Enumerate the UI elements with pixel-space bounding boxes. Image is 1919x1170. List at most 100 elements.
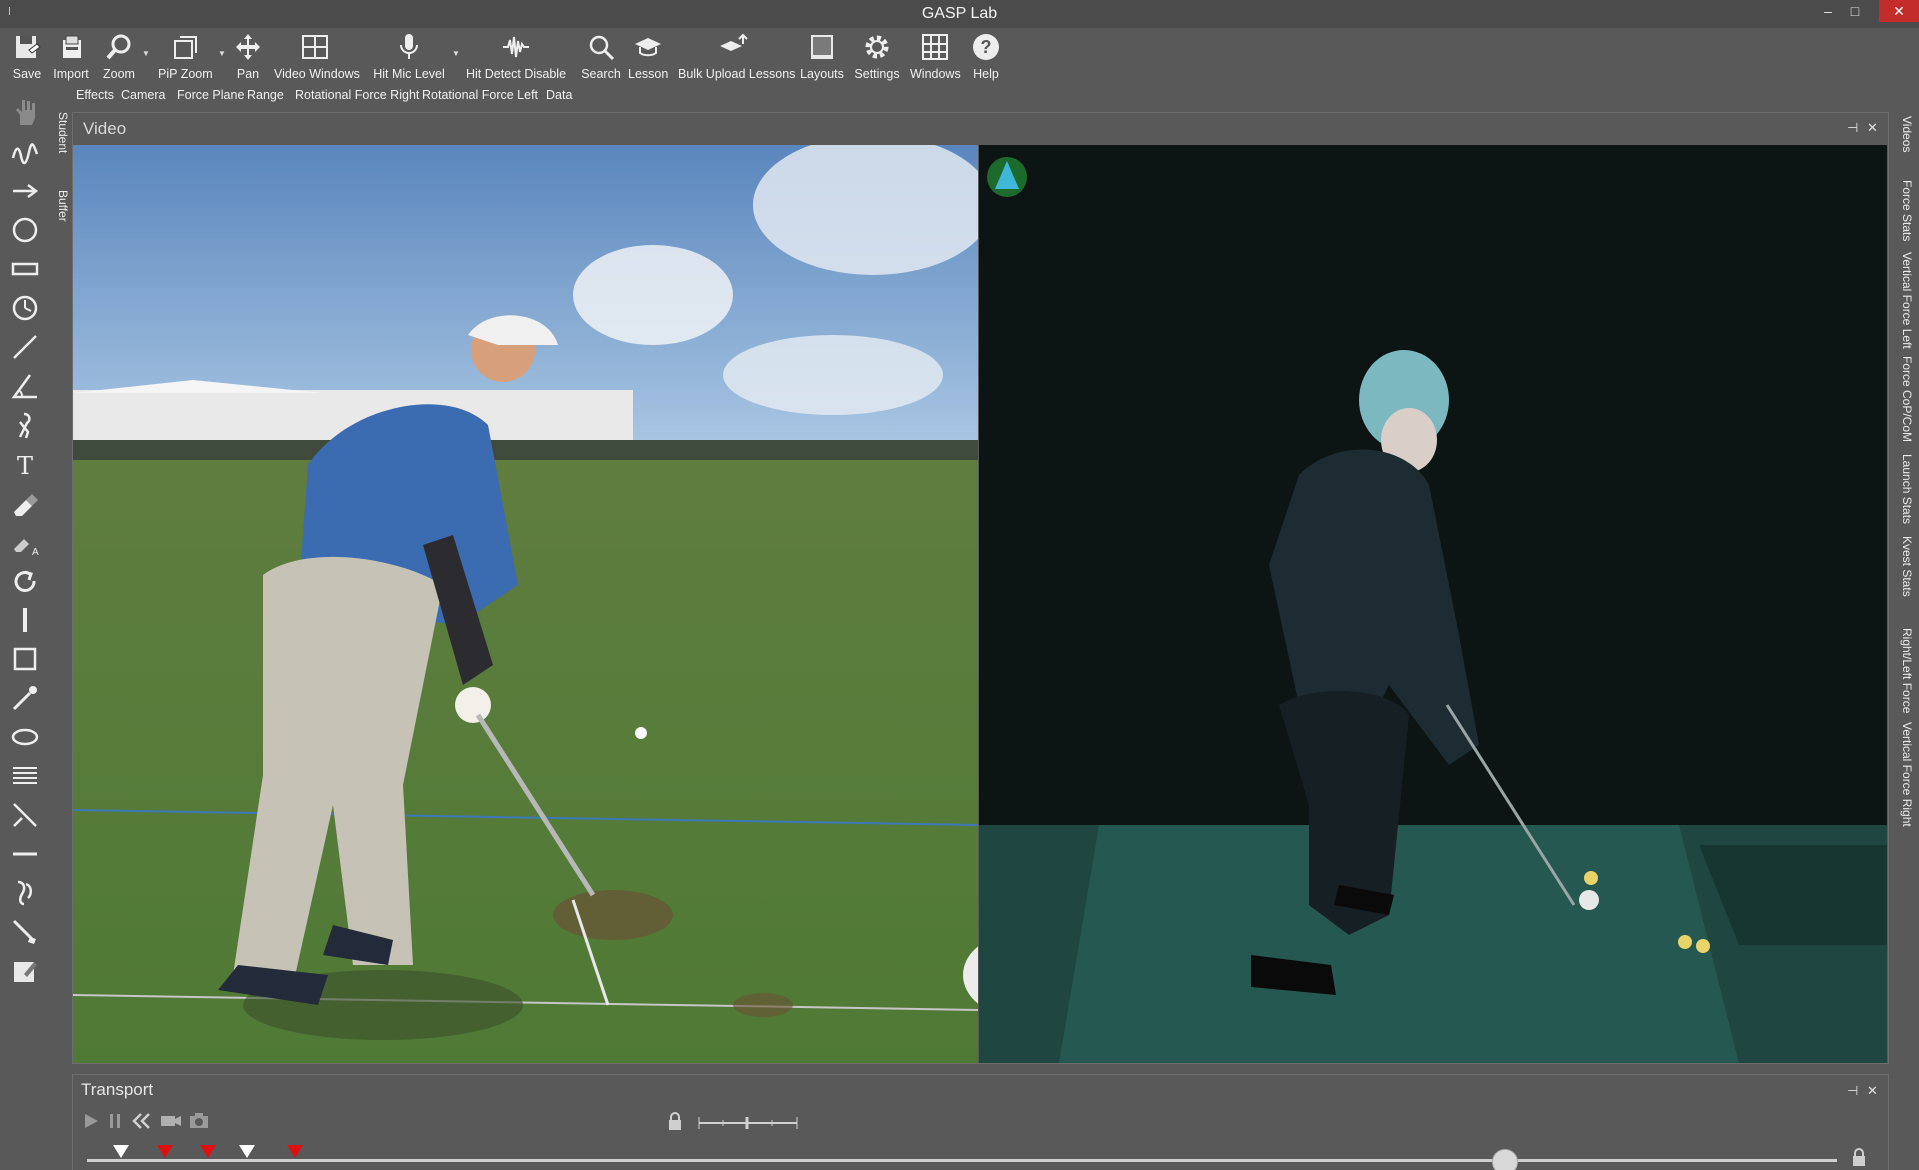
lock-icon xyxy=(669,1112,681,1130)
videos-tab[interactable]: Videos xyxy=(1894,116,1914,152)
cross-line-tool[interactable] xyxy=(10,800,42,832)
import-button[interactable]: Import xyxy=(52,32,90,88)
left-side-tabs: Student Buffer xyxy=(50,112,72,312)
close-window-button[interactable]: ✕ xyxy=(1879,0,1919,22)
color-picker-tool[interactable] xyxy=(10,683,42,715)
effects-tab[interactable]: Effects xyxy=(76,88,114,102)
freehand-tool[interactable] xyxy=(10,136,42,168)
edit-icon xyxy=(14,962,37,982)
zoom-dropdown-icon[interactable]: ▼ xyxy=(142,49,150,58)
timeline-track[interactable] xyxy=(87,1159,1837,1162)
arrow-tool[interactable] xyxy=(10,176,42,208)
play-icon xyxy=(85,1114,98,1128)
video-close-icon[interactable]: ✕ xyxy=(1867,120,1878,136)
lesson-button[interactable]: Lesson xyxy=(628,32,668,88)
pan-button[interactable]: Pan xyxy=(232,32,264,88)
hit-detect-disable-button[interactable]: Hit Detect Disable xyxy=(466,32,566,88)
settings-button[interactable]: Settings xyxy=(854,32,900,88)
video-frame-right[interactable] xyxy=(979,145,1887,1063)
minimize-button[interactable]: – xyxy=(1815,0,1841,22)
layouts-button[interactable]: Layouts xyxy=(800,32,844,88)
hit-mic-level-button[interactable]: Hit Mic Level ▼ xyxy=(372,32,460,88)
video-frame-left[interactable] xyxy=(73,145,978,1063)
save-button[interactable]: Save xyxy=(10,32,44,88)
vertical-force-right-tab[interactable]: Vertical Force Right xyxy=(1894,722,1914,827)
rectangle-tool[interactable] xyxy=(10,254,42,286)
help-button[interactable]: ? Help xyxy=(968,32,1004,88)
video-windows-button[interactable]: Video Windows xyxy=(274,32,360,88)
hit-mic-dropdown-icon[interactable]: ▼ xyxy=(452,49,460,58)
force-plane-tab[interactable]: Force Plane xyxy=(177,88,244,102)
ellipse-tool[interactable] xyxy=(10,722,42,754)
rewind-button[interactable] xyxy=(129,1109,153,1133)
rotational-force-right-tab[interactable]: Rotational Force Right xyxy=(295,88,419,102)
timeline-marker[interactable] xyxy=(287,1145,303,1158)
erase-all-tool[interactable]: A xyxy=(10,527,42,559)
kvest-stats-tab[interactable]: Kvest Stats xyxy=(1894,536,1914,597)
layouts-label: Layouts xyxy=(800,67,844,81)
zoom-button[interactable]: Zoom ▼ xyxy=(100,32,150,88)
text-tool[interactable]: T xyxy=(10,449,42,481)
pip-zoom-dropdown-icon[interactable]: ▼ xyxy=(218,49,226,58)
club-path-tool[interactable] xyxy=(10,917,42,949)
bulk-upload-lessons-button[interactable]: Bulk Upload Lessons xyxy=(678,32,795,88)
video-camera-icon xyxy=(161,1116,181,1126)
search-button[interactable]: Search xyxy=(580,32,622,88)
vertical-force-left-tab[interactable]: Vertical Force Left xyxy=(1894,252,1914,349)
maximize-button[interactable]: □ xyxy=(1842,0,1868,22)
play-button[interactable] xyxy=(79,1109,103,1133)
transport-pin-icon[interactable]: ⊣ xyxy=(1847,1083,1858,1099)
timeline-marker[interactable] xyxy=(200,1145,216,1158)
windows-button[interactable]: Windows xyxy=(910,32,961,88)
snapshot-button[interactable] xyxy=(187,1109,211,1133)
buffer-tab[interactable]: Buffer xyxy=(50,190,70,222)
timeline-marker[interactable] xyxy=(157,1145,173,1158)
force-stats-tab[interactable]: Force Stats xyxy=(1894,180,1914,241)
golfer-outline-tool[interactable] xyxy=(10,410,42,442)
video-panel-title: Video xyxy=(83,119,127,138)
box-tool[interactable] xyxy=(10,644,42,676)
data-tab[interactable]: Data xyxy=(546,88,572,102)
edit-tool[interactable] xyxy=(10,956,42,988)
record-button[interactable] xyxy=(159,1109,183,1133)
rotate-tool[interactable] xyxy=(10,566,42,598)
line-icon xyxy=(13,335,37,359)
timeline-marker[interactable] xyxy=(239,1145,255,1158)
videos-tab-label: Videos xyxy=(1900,116,1914,153)
svg-text:A: A xyxy=(32,547,39,557)
range-tab[interactable]: Range xyxy=(247,88,284,102)
rotational-force-left-tab[interactable]: Rotational Force Left xyxy=(422,88,538,102)
student-tab[interactable]: Student xyxy=(50,112,70,153)
eraser-tool[interactable] xyxy=(10,488,42,520)
transport-panel: Transport ⊣ ✕ xyxy=(72,1074,1889,1170)
spine-tool[interactable] xyxy=(10,878,42,910)
pip-zoom-button[interactable]: PiP Zoom ▼ xyxy=(158,32,226,88)
pause-button[interactable] xyxy=(103,1109,127,1133)
spine-icon xyxy=(17,880,32,906)
vertical-line-tool[interactable] xyxy=(10,605,42,637)
hand-tool[interactable] xyxy=(10,97,42,129)
pan-label: Pan xyxy=(236,67,260,81)
timeline-marker[interactable] xyxy=(113,1145,129,1158)
angle-tool[interactable] xyxy=(10,371,42,403)
timer-tool[interactable] xyxy=(10,293,42,325)
pip-zoom-icon xyxy=(174,36,197,59)
right-left-force-tab-label: Right/Left Force xyxy=(1900,628,1914,714)
playhead-handle[interactable] xyxy=(1491,1149,1518,1170)
camera-tab[interactable]: Camera xyxy=(121,88,165,102)
timeline-lock-button[interactable] xyxy=(1847,1145,1871,1169)
video-pin-icon[interactable]: ⊣ xyxy=(1847,120,1858,136)
circle-tool[interactable] xyxy=(10,215,42,247)
bulk-upload-icon xyxy=(720,33,748,51)
force-cop-com-tab[interactable]: Force CoP/CoM xyxy=(1894,356,1914,442)
grid-lines-tool[interactable] xyxy=(10,761,42,793)
sync-lock-button[interactable] xyxy=(663,1109,687,1133)
launch-stats-tab[interactable]: Launch Stats xyxy=(1894,454,1914,524)
camera-icon xyxy=(190,1113,208,1128)
zoom-icon xyxy=(106,34,131,60)
speed-slider[interactable] xyxy=(697,1115,799,1131)
horizontal-line-tool[interactable] xyxy=(10,839,42,871)
right-left-force-tab[interactable]: Right/Left Force xyxy=(1894,628,1914,713)
line-tool[interactable] xyxy=(10,332,42,364)
transport-close-icon[interactable]: ✕ xyxy=(1867,1083,1878,1099)
